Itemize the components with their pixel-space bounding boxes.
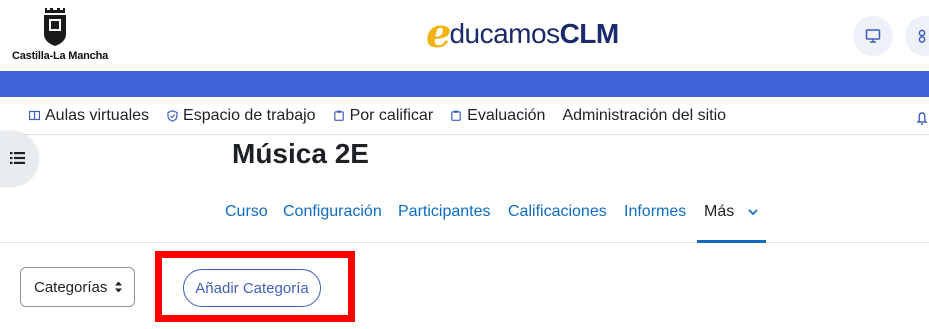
- nav-item-label: Por calificar: [349, 106, 434, 124]
- grid-icon: [28, 110, 40, 122]
- tab-curso[interactable]: Curso: [225, 203, 268, 221]
- nav-item-label: Evaluación: [467, 106, 546, 124]
- nav-item-label: Espacio de trabajo: [183, 106, 316, 124]
- nav-item-administracion[interactable]: Administración del sitio: [562, 107, 726, 125]
- gradebook-navigation-select[interactable]: Categorías: [20, 267, 135, 307]
- org-name: Castilla-La Mancha: [12, 50, 109, 62]
- bell-icon[interactable]: [912, 108, 929, 128]
- select-arrows-icon: [115, 281, 122, 293]
- brand-text: ducamos: [449, 18, 560, 49]
- monitor-button[interactable]: [853, 16, 893, 56]
- tab-calificaciones[interactable]: Calificaciones: [508, 203, 607, 221]
- coat-of-arms-icon: [44, 8, 66, 46]
- chevron-down-icon: [748, 209, 758, 216]
- brand-suffix: CLM: [559, 18, 620, 49]
- nav-item-aulas-virtuales[interactable]: Aulas virtuales: [28, 107, 149, 125]
- users-button[interactable]: [905, 16, 929, 56]
- monitor-icon: [865, 29, 881, 43]
- nav-item-por-calificar[interactable]: Por calificar: [333, 106, 434, 125]
- header-band: [0, 71, 929, 97]
- list-icon: [10, 152, 25, 164]
- educamosclm-logo[interactable]: e ducamos CLM: [426, 14, 619, 54]
- tab-more-label: Más: [704, 203, 735, 220]
- clipboard-icon: [333, 110, 345, 122]
- select-value: Categorías: [34, 278, 108, 296]
- course-secondary-navigation: Curso Configuración Participantes Califi…: [0, 193, 929, 243]
- brand-e-mark: e: [426, 10, 452, 57]
- page-title: Música 2E: [232, 138, 369, 169]
- tab-configuracion[interactable]: Configuración: [283, 203, 382, 221]
- tab-more[interactable]: Más: [697, 193, 766, 243]
- castilla-la-mancha-logo[interactable]: Castilla-La Mancha: [12, 6, 109, 64]
- nav-item-espacio-de-trabajo[interactable]: Espacio de trabajo: [166, 107, 316, 125]
- tab-participantes[interactable]: Participantes: [398, 203, 491, 221]
- add-category-button[interactable]: Añadir Categoría: [183, 269, 321, 307]
- users-icon: [918, 29, 926, 43]
- nav-item-evaluacion[interactable]: Evaluación: [450, 107, 545, 125]
- nav-item-label: Administración del sitio: [562, 106, 727, 124]
- primary-navigation: Aulas virtuales Espacio de trabajo Por c…: [0, 97, 929, 135]
- nav-item-label: Aulas virtuales: [45, 106, 150, 124]
- tab-informes[interactable]: Informes: [624, 203, 686, 221]
- shield-check-icon: [166, 109, 178, 122]
- site-header: Castilla-La Mancha e ducamos CLM: [0, 0, 929, 71]
- course-index-toggle[interactable]: [0, 131, 38, 185]
- clipboard-list-icon: [450, 110, 462, 122]
